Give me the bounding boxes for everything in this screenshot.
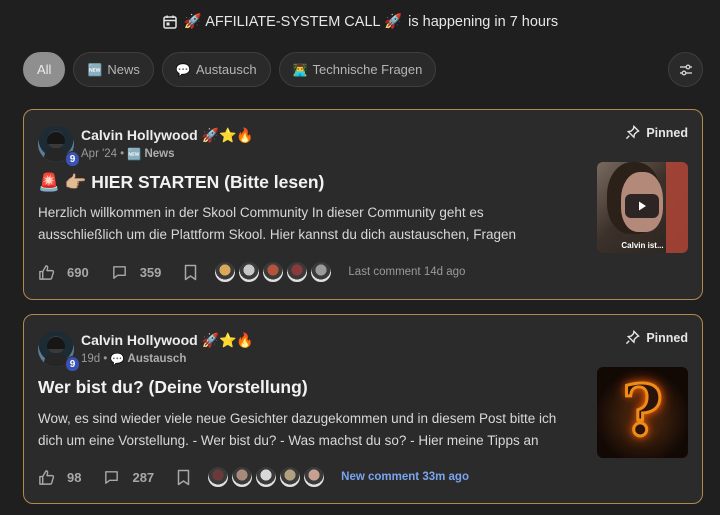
post-footer: 98 287 New comment 33m ago	[38, 466, 688, 488]
news-icon: 🆕	[127, 149, 142, 161]
bookmark-icon	[177, 469, 190, 485]
excerpt-line: Wow, es sind wieder viele neue Gesichter…	[38, 411, 557, 426]
comment-button[interactable]: 359	[111, 264, 162, 281]
filter-label: Technische Fragen	[312, 62, 423, 77]
commenter-avatar	[262, 261, 285, 283]
like-button[interactable]: 98	[38, 469, 81, 486]
level-badge: 9	[65, 151, 80, 167]
level-badge: 9	[65, 356, 80, 372]
news-icon: 🆕	[87, 62, 103, 77]
filter-chip-technische-fragen[interactable]: 👨‍💻 Technische Fragen	[278, 52, 437, 87]
post-date: Apr '24	[81, 148, 118, 160]
post-category[interactable]: News	[144, 148, 174, 160]
post-card[interactable]: 9 Calvin Hollywood 🚀⭐🔥 Apr '24 • 🆕 News …	[23, 109, 703, 300]
filter-label: All	[37, 62, 52, 77]
post-title[interactable]: Wer bist du? (Deine Vorstellung)	[38, 377, 308, 398]
comment-icon	[105, 470, 119, 484]
author-avatar[interactable]: 9	[38, 331, 80, 372]
question-mark-image: ?	[620, 368, 664, 454]
commenter-avatar	[310, 261, 333, 283]
calendar-icon	[163, 15, 177, 29]
excerpt-line: ausschließlich um die Plattform Skool. H…	[38, 227, 516, 242]
event-time: is happening in 7 hours	[408, 13, 559, 30]
commenter-avatar	[303, 466, 326, 488]
meta-separator: •	[120, 148, 125, 160]
author-name[interactable]: Calvin Hollywood 🚀⭐🔥	[81, 127, 254, 144]
video-thumbnail[interactable]: Calvin ist...	[597, 162, 688, 253]
post-image[interactable]: ?	[597, 367, 688, 458]
like-count: 690	[67, 264, 89, 280]
excerpt-line: Herzlich willkommen in der Skool Communi…	[38, 205, 484, 220]
bookmark-button[interactable]	[176, 469, 191, 486]
author-name[interactable]: Calvin Hollywood 🚀⭐🔥	[81, 332, 254, 349]
pinned-badge: Pinned	[625, 125, 688, 140]
pinned-label: Pinned	[646, 330, 688, 345]
commenter-avatar	[255, 466, 278, 488]
last-comment-time: Last comment 14d ago	[348, 266, 466, 278]
excerpt-line: dich um eine Vorstellung. - Wer bist du?…	[38, 433, 539, 448]
filter-chip-news[interactable]: 🆕 News	[73, 52, 154, 87]
bookmark-icon	[185, 264, 197, 280]
thumbnail-background	[666, 162, 688, 253]
filter-settings-button[interactable]	[668, 52, 703, 87]
post-title[interactable]: 🚨 👉🏼 HIER STARTEN (Bitte lesen)	[38, 172, 324, 193]
bookmark-button[interactable]	[183, 264, 198, 281]
post-date: 19d	[81, 353, 101, 365]
filter-label: News	[107, 62, 140, 77]
technologist-icon: 👨‍💻	[292, 62, 308, 77]
pin-icon	[626, 125, 641, 140]
pinned-label: Pinned	[646, 125, 688, 140]
event-banner[interactable]: 🚀 AFFILIATE-SYSTEM CALL 🚀 is happening i…	[0, 13, 720, 30]
post-meta: Apr '24 • 🆕 News	[81, 147, 174, 161]
author-avatar[interactable]: 9	[38, 126, 80, 167]
pinned-badge: Pinned	[625, 330, 688, 345]
thumbs-up-icon	[39, 469, 55, 485]
post-meta: 19d • 💬 Austausch	[81, 352, 186, 366]
last-comment-time: New comment 33m ago	[341, 471, 469, 483]
thumbnail-caption: Calvin ist...	[621, 241, 664, 250]
commenter-avatars[interactable]	[205, 466, 326, 488]
sliders-icon	[679, 64, 692, 75]
event-title: 🚀 AFFILIATE-SYSTEM CALL 🚀	[183, 14, 403, 30]
speech-bubble-icon: 💬	[175, 62, 191, 77]
comment-count: 287	[132, 469, 155, 485]
commenter-avatar	[214, 261, 237, 283]
like-button[interactable]: 690	[38, 264, 89, 281]
post-excerpt: Herzlich willkommen in der Skool Communi…	[38, 202, 578, 246]
filter-chip-all[interactable]: All	[23, 52, 66, 87]
meta-separator: •	[103, 353, 108, 365]
like-count: 98	[67, 469, 82, 485]
filter-chip-austausch[interactable]: 💬 Austausch	[161, 52, 271, 87]
speech-bubble-icon: 💬	[110, 354, 125, 366]
commenter-avatar	[279, 466, 302, 488]
category-filters: All 🆕 News 💬 Austausch 👨‍💻 Technische Fr…	[23, 52, 703, 87]
comment-icon	[112, 265, 126, 279]
comment-count: 359	[139, 264, 162, 280]
play-icon[interactable]	[625, 194, 659, 218]
commenter-avatar	[231, 466, 254, 488]
commenter-avatars[interactable]	[212, 261, 333, 283]
pin-icon	[626, 330, 641, 345]
filter-label: Austausch	[195, 62, 257, 77]
post-footer: 690 359 Last comment 14d ago	[38, 261, 688, 283]
commenter-avatar	[286, 261, 309, 283]
post-card[interactable]: 9 Calvin Hollywood 🚀⭐🔥 19d • 💬 Austausch…	[23, 314, 703, 504]
comment-button[interactable]: 287	[103, 469, 154, 486]
post-excerpt: Wow, es sind wieder viele neue Gesichter…	[38, 408, 578, 452]
thumbs-up-icon	[39, 264, 55, 280]
commenter-avatar	[238, 261, 261, 283]
commenter-avatar	[207, 466, 230, 488]
post-category[interactable]: Austausch	[128, 353, 187, 365]
